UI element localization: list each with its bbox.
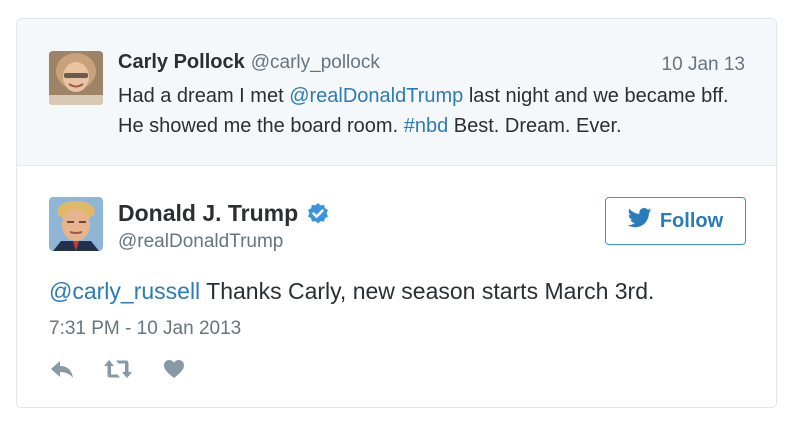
handle[interactable]: @realDonaldTrump [118, 231, 283, 253]
follow-label: Follow [659, 209, 724, 232]
context-author[interactable]: Carly Pollock @carly_pollock [118, 51, 380, 74]
display-name: Donald J. Trump [118, 200, 299, 226]
mention-link[interactable]: @carly_russell [49, 278, 200, 304]
tweet-text: @carly_russell Thanks Carly, new season … [49, 278, 654, 305]
avatar[interactable] [49, 197, 103, 251]
reply-icon[interactable] [49, 359, 75, 379]
mention-link[interactable]: @realDonaldTrump [289, 85, 463, 107]
tweet-timestamp[interactable]: 7:31 PM - 10 Jan 2013 [49, 318, 241, 340]
context-tweet-text: Had a dream I met @realDonaldTrump last … [118, 81, 758, 141]
context-handle: @carly_pollock [250, 52, 380, 73]
user-photo [49, 197, 103, 251]
heart-icon[interactable] [163, 359, 185, 379]
follow-button[interactable]: Follow [605, 197, 746, 245]
context-text-part: Best. Dream. Ever. [448, 115, 622, 137]
retweet-icon[interactable] [103, 358, 133, 380]
context-date[interactable]: 10 Jan 13 [662, 54, 745, 76]
avatar[interactable] [49, 51, 103, 105]
author[interactable]: Donald J. Trump [118, 200, 330, 227]
tweet-actions [49, 358, 185, 380]
context-display-name: Carly Pollock [118, 51, 245, 73]
hashtag-link[interactable]: #nbd [404, 115, 449, 137]
user-photo [49, 51, 103, 105]
embedded-tweet-card: Carly Pollock @carly_pollock 10 Jan 13 Ha… [16, 18, 777, 408]
context-text-part: Had a dream I met [118, 85, 290, 107]
twitter-bird-icon [627, 208, 652, 234]
tweet-body: Thanks Carly, new season starts March 3r… [200, 278, 655, 304]
verified-badge-icon [306, 202, 330, 226]
reply-context: Carly Pollock @carly_pollock 10 Jan 13 Ha… [17, 19, 776, 166]
